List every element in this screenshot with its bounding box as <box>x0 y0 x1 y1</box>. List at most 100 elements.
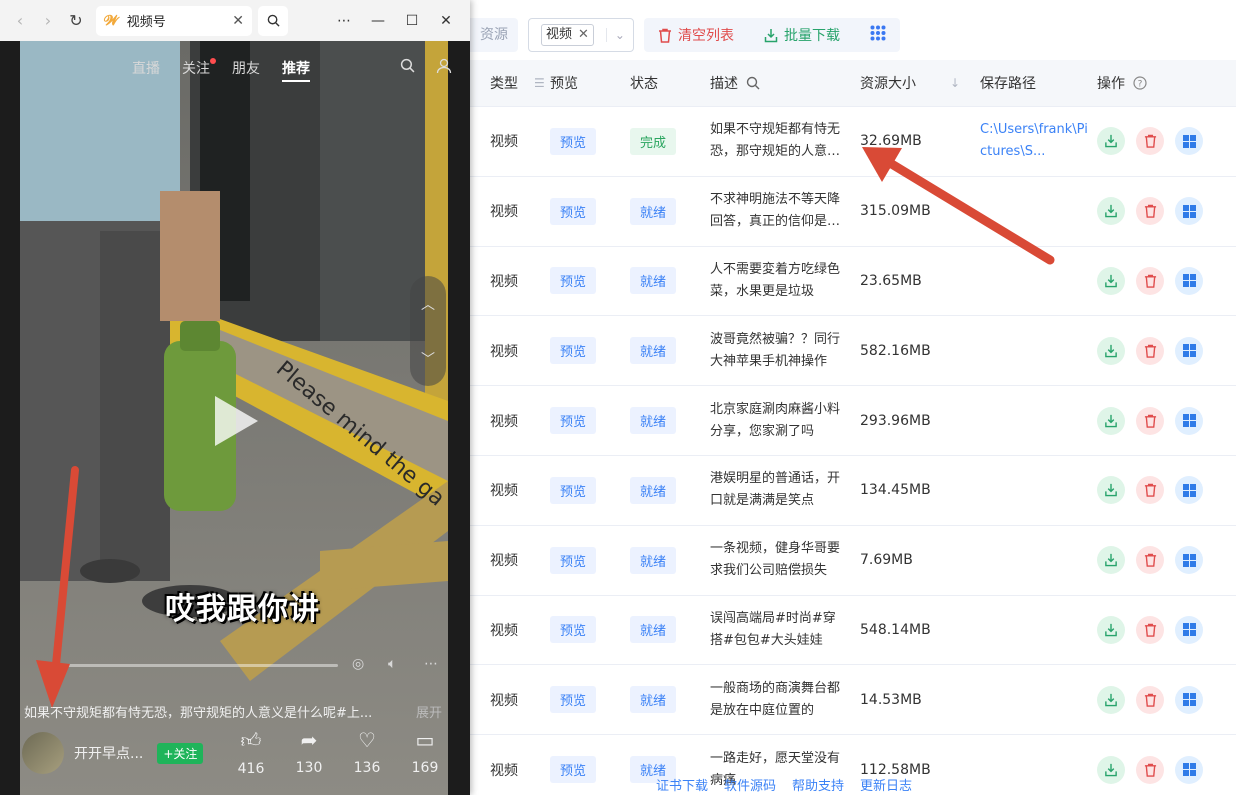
more-icon[interactable]: ⋯ <box>328 13 360 29</box>
row-status-cell: 就绪 <box>630 267 710 295</box>
chevron-down-icon[interactable]: ⌄ <box>605 28 625 42</box>
windows-icon[interactable] <box>1175 615 1203 644</box>
footer-link-cert[interactable]: 证书下载 <box>656 775 708 794</box>
sort-down-icon[interactable]: ↓ <box>950 76 960 90</box>
like-stat[interactable]: 👍︎ 416 <box>231 728 271 777</box>
trash-icon[interactable] <box>1136 127 1164 156</box>
windows-icon[interactable] <box>1175 127 1203 156</box>
status-badge: 就绪 <box>630 197 677 225</box>
comment-stat[interactable]: ▭ 169 <box>405 728 445 776</box>
download-icon[interactable] <box>1097 615 1125 644</box>
trash-icon[interactable] <box>1136 406 1164 435</box>
download-icon[interactable] <box>1097 197 1125 226</box>
trash-icon[interactable] <box>1136 546 1164 575</box>
minimize-icon[interactable]: — <box>362 13 394 29</box>
refresh-icon[interactable]: ↻ <box>62 11 90 30</box>
header-size[interactable]: 资源大小 ↓ <box>860 73 980 93</box>
clear-list-button[interactable]: 清空列表 <box>658 25 734 45</box>
video-progress-bar[interactable] <box>50 664 338 667</box>
preview-button[interactable]: 预览 <box>550 127 597 155</box>
windows-icon[interactable] <box>1175 197 1203 226</box>
video-search-icon[interactable] <box>400 58 415 77</box>
trash-icon[interactable] <box>1136 755 1164 784</box>
download-icon[interactable] <box>1097 406 1125 435</box>
preview-button[interactable]: 预览 <box>550 476 597 504</box>
windows-icon[interactable] <box>1175 266 1203 295</box>
avatar[interactable] <box>22 732 64 774</box>
speed-icon[interactable]: ◎ <box>352 656 364 672</box>
download-icon[interactable] <box>1097 546 1125 575</box>
type-filter-select[interactable]: 视频 ✕ ⌄ <box>528 18 634 52</box>
save-path-link[interactable]: C:\Users\frank\Pictures\S... <box>980 119 1097 163</box>
download-icon[interactable] <box>1097 755 1125 784</box>
trash-icon[interactable] <box>1136 266 1164 295</box>
download-icon[interactable] <box>1097 266 1125 295</box>
batch-download-button[interactable]: 批量下载 <box>764 25 840 45</box>
video-player[interactable]: Please mind the ga <box>20 41 448 795</box>
favorite-stat[interactable]: ♡ 136 <box>347 728 387 776</box>
preview-button[interactable]: 预览 <box>550 546 597 574</box>
row-desc-cell: 人不需要変着方吃绿色菜，水果更是垃圾 <box>710 259 860 303</box>
trash-icon[interactable] <box>1136 197 1164 226</box>
footer-link-source[interactable]: 软件源码 <box>724 775 776 794</box>
filter-tag-remove-icon[interactable]: ✕ <box>578 25 589 45</box>
preview-button[interactable]: 预览 <box>550 407 597 435</box>
author-name[interactable]: 开开早点... <box>74 743 143 763</box>
tab-recommend[interactable]: 推荐 <box>282 58 310 82</box>
windows-icon[interactable] <box>1175 546 1203 575</box>
trash-icon[interactable] <box>1136 336 1164 365</box>
status-badge: 就绪 <box>630 267 677 295</box>
trash-icon[interactable] <box>1136 685 1164 714</box>
maximize-icon[interactable]: ☐ <box>396 13 428 29</box>
header-type[interactable]: 类型 ☰ <box>470 73 550 93</box>
windows-icon[interactable] <box>1175 406 1203 435</box>
forward-icon[interactable]: › <box>34 11 62 30</box>
chevron-up-icon[interactable]: ︿ <box>421 294 435 314</box>
windows-icon[interactable] <box>1175 685 1203 714</box>
download-icon[interactable] <box>1097 127 1125 156</box>
preview-button[interactable]: 预览 <box>550 337 597 365</box>
row-ops <box>1097 546 1236 575</box>
preview-button[interactable]: 预览 <box>550 756 597 784</box>
popup-search-button[interactable] <box>258 5 288 36</box>
footer-links: 证书下载 软件源码 帮助支持 更新日志 <box>656 775 912 794</box>
trash-icon[interactable] <box>1136 615 1164 644</box>
tab-follow[interactable]: 关注 <box>182 58 216 82</box>
row-preview-cell: 预览 <box>550 686 630 714</box>
windows-icon[interactable] <box>1175 336 1203 365</box>
expand-link[interactable]: 展开 <box>416 702 442 721</box>
tab-live[interactable]: 直播 <box>132 58 160 82</box>
footer-link-help[interactable]: 帮助支持 <box>792 775 844 794</box>
row-status-cell: 就绪 <box>630 337 710 365</box>
help-icon[interactable]: ? <box>1133 76 1147 90</box>
grid-icon[interactable] <box>870 25 886 46</box>
row-preview-cell: 预览 <box>550 407 630 435</box>
download-icon[interactable] <box>1097 336 1125 365</box>
more-icon[interactable]: ⋯ <box>424 656 438 672</box>
close-tab-icon[interactable]: ✕ <box>232 13 244 29</box>
preview-button[interactable]: 预览 <box>550 267 597 295</box>
user-icon[interactable] <box>436 58 452 78</box>
download-icon[interactable] <box>1097 476 1125 505</box>
tab-friends[interactable]: 朋友 <box>232 58 260 82</box>
row-size: 293.96MB <box>860 412 931 429</box>
preview-button[interactable]: 预览 <box>550 686 597 714</box>
volume-icon[interactable]: 🔈︎ <box>388 656 396 672</box>
back-icon[interactable]: ‹ <box>6 11 34 30</box>
header-status: 状态 <box>630 76 658 92</box>
preview-button[interactable]: 预览 <box>550 616 597 644</box>
chevron-down-icon[interactable]: ﹀ <box>421 349 435 369</box>
footer-link-changelog[interactable]: 更新日志 <box>860 775 912 794</box>
search-icon[interactable] <box>746 76 760 90</box>
close-icon[interactable]: ✕ <box>430 13 462 29</box>
trash-icon[interactable] <box>1136 476 1164 505</box>
download-icon[interactable] <box>1097 685 1125 714</box>
popup-tab[interactable]: 𝓦 视频号 ✕ <box>96 5 252 36</box>
preview-button[interactable]: 预览 <box>550 197 597 225</box>
follow-button[interactable]: +关注 <box>157 742 204 764</box>
share-stat[interactable]: ➦ 130 <box>289 728 329 776</box>
windows-icon[interactable] <box>1175 755 1203 784</box>
filter-icon[interactable]: ☰ <box>534 76 545 90</box>
toolbar: 资源 视频 ✕ ⌄ 清空列表 批量下载 <box>440 18 900 52</box>
windows-icon[interactable] <box>1175 476 1203 505</box>
